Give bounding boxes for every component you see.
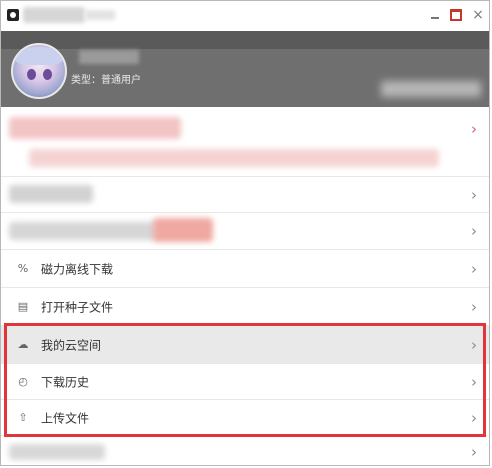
- profile-header: 类型：普通用户: [1, 31, 489, 107]
- blurred-text-1b: [29, 149, 439, 167]
- upload-icon: ⇧: [18, 410, 28, 424]
- menu-item-upload-file[interactable]: ⇧ 上传文件 ›: [1, 400, 489, 436]
- chevron-right-icon: ›: [471, 372, 477, 391]
- header-top-band: [1, 31, 489, 49]
- avatar-eye-right: [43, 69, 52, 80]
- chevron-right-icon: ›: [471, 222, 477, 240]
- menu-item-label: 打开种子文件: [41, 300, 114, 314]
- chevron-right-icon: ›: [471, 335, 477, 354]
- chevron-right-icon: ›: [471, 259, 477, 278]
- menu-item-magnet-download[interactable]: % 磁力离线下载 ›: [1, 250, 489, 288]
- blurred-row-2[interactable]: ›: [1, 177, 489, 213]
- blurred-text-bottom: [9, 444, 105, 460]
- blurred-text-3b: [153, 218, 213, 242]
- close-icon[interactable]: ×: [469, 7, 487, 23]
- chevron-right-icon: ›: [471, 297, 477, 316]
- cloud-icon: ☁: [17, 337, 29, 351]
- blurred-row-bottom[interactable]: ›: [1, 436, 489, 465]
- menu-item-cloud-space[interactable]: ☁ 我的云空间 ›: [1, 326, 489, 364]
- menu-item-label: 我的云空间: [41, 338, 102, 352]
- avatar-eye-left: [27, 69, 36, 80]
- menu-item-download-history[interactable]: ◴ 下载历史 ›: [1, 364, 489, 400]
- user-type-label: 类型：普通用户: [71, 75, 141, 86]
- blurred-title: [23, 7, 85, 23]
- menu-item-label: 上传文件: [41, 411, 90, 425]
- magnet-link-icon: %: [17, 261, 29, 275]
- app-logo-icon: [7, 9, 19, 21]
- chevron-right-icon: ›: [471, 185, 477, 204]
- menu-item-label: 磁力离线下载: [41, 262, 114, 276]
- maximize-icon[interactable]: [447, 7, 465, 23]
- menu-item-label: 下载历史: [41, 375, 90, 389]
- blurred-text-2: [9, 185, 93, 203]
- blurred-username: [79, 50, 139, 64]
- torrent-file-icon: ▤: [17, 299, 29, 313]
- chevron-right-icon: ›: [471, 442, 477, 461]
- minimize-icon[interactable]: [426, 7, 444, 23]
- blurred-text-3a: [9, 222, 157, 240]
- chevron-right-icon: ›: [471, 408, 477, 427]
- menu-item-open-torrent[interactable]: ▤ 打开种子文件 ›: [1, 288, 489, 326]
- app-window: × 类型：普通用户 › › › % 磁力离线下载 › ▤ 打开种子文件 › ☁ …: [0, 0, 490, 466]
- avatar[interactable]: [11, 43, 67, 99]
- blurred-row-3[interactable]: ›: [1, 213, 489, 250]
- blurred-title-extra: [85, 10, 115, 20]
- avatar-hair: [15, 47, 63, 65]
- history-clock-icon: ◴: [18, 374, 28, 388]
- title-bar: ×: [1, 1, 489, 32]
- blurred-row-1[interactable]: ›: [1, 107, 489, 177]
- chevron-right-icon: ›: [471, 120, 477, 138]
- blurred-text-1a: [9, 117, 181, 139]
- blurred-header-info: [381, 81, 481, 97]
